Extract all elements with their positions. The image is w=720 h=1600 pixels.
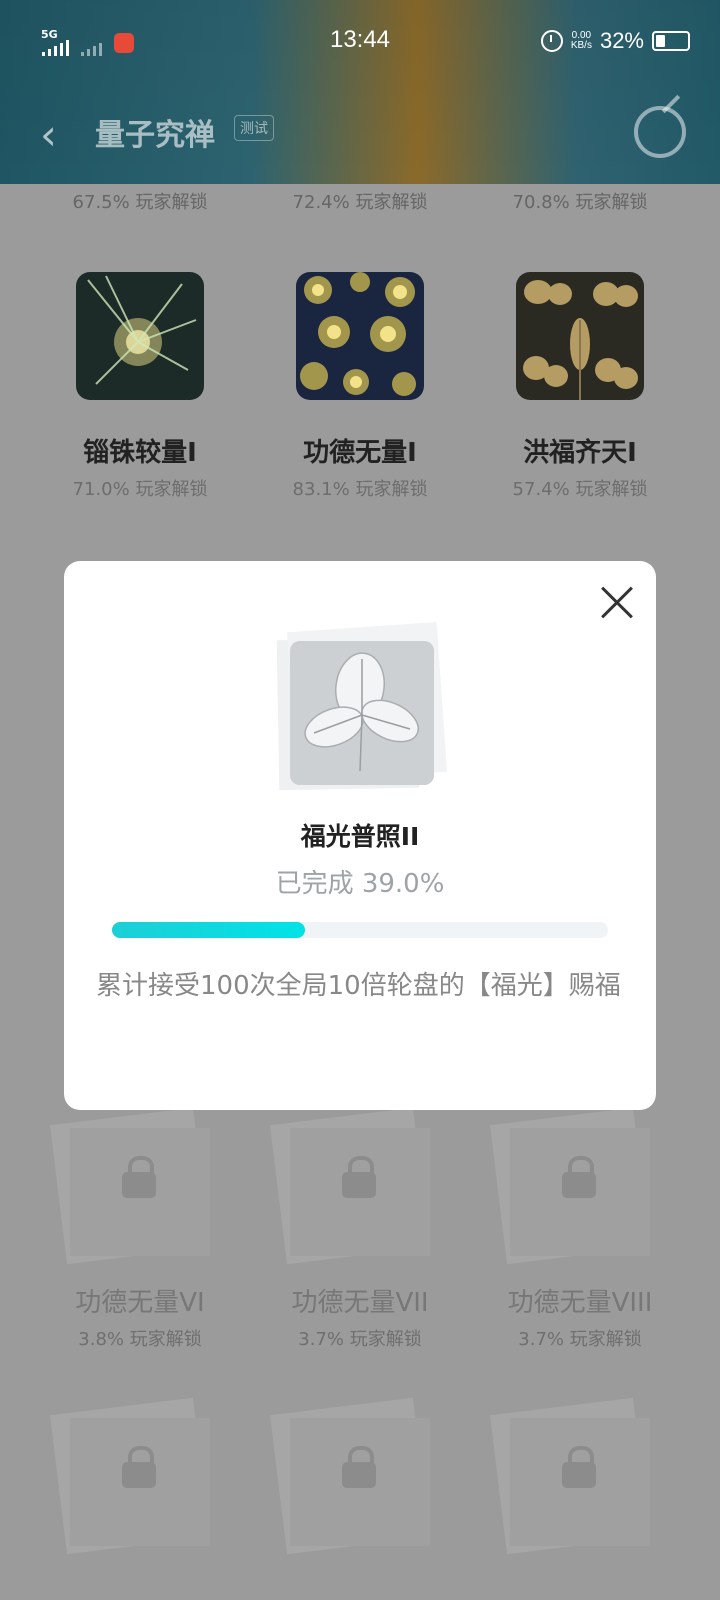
share-button[interactable] <box>634 106 686 158</box>
status-right-icons: 0.00 KB/s 32% <box>540 28 690 54</box>
achievement-description: 累计接受100次全局10倍轮盘的【福光】赐福 <box>96 971 621 1001</box>
achievement-detail-dialog: 福光普照II 已完成 39.0% 累计接受100次全局10倍轮盘的【福光】赐福 <box>64 561 656 1110</box>
close-icon[interactable] <box>600 585 634 619</box>
test-badge: 测试 <box>234 115 274 141</box>
status-bar: 5G 13:44 0.00 KB/s 32% <box>0 0 720 90</box>
alarm-icon <box>540 30 563 52</box>
lock-icon <box>122 1446 156 1488</box>
lock-icon <box>122 1156 156 1198</box>
battery-icon <box>652 31 690 51</box>
lock-icon <box>342 1446 376 1488</box>
progress-bar <box>112 922 608 938</box>
progress-bar-fill <box>112 922 306 938</box>
lock-icon <box>342 1156 376 1198</box>
achievement-image-leaf <box>290 641 434 785</box>
lock-icon <box>562 1446 596 1488</box>
network-speed: 0.00 KB/s <box>571 31 592 51</box>
page-title: 量子究禅 <box>95 118 215 153</box>
achievement-title: 福光普照II <box>300 822 420 851</box>
lock-icon <box>562 1156 596 1198</box>
progress-text: 已完成 39.0% <box>275 869 445 899</box>
back-button[interactable]: ‹ <box>40 110 57 159</box>
achievement-image-frame <box>270 621 450 795</box>
battery-percent: 32% <box>599 28 644 53</box>
app-bar: ‹ 量子究禅 测试 <box>0 90 720 184</box>
network-speed-unit: KB/s <box>570 40 592 51</box>
